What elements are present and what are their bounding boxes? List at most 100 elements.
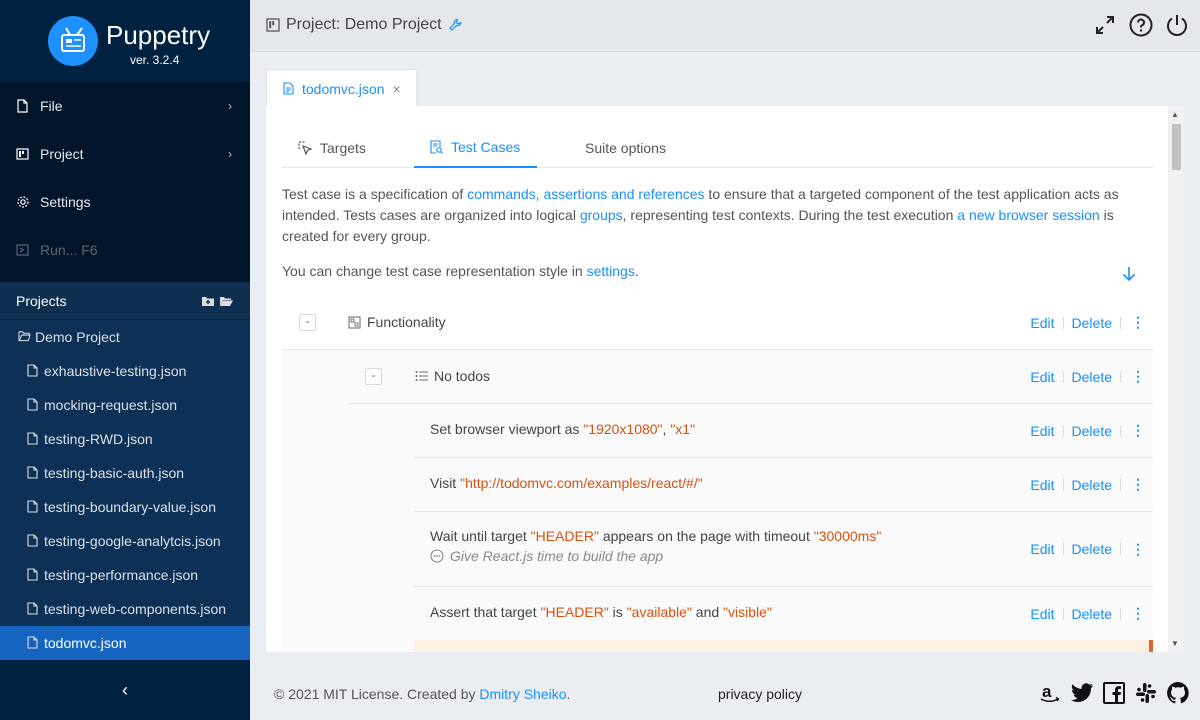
expand-icon[interactable] [1092, 12, 1118, 38]
delete-button[interactable]: Delete [1072, 606, 1112, 622]
tab-label: Targets [320, 140, 366, 156]
author-link[interactable]: Dmitry Sheiko [479, 686, 566, 702]
open-folder-icon[interactable] [219, 294, 234, 310]
vertical-scrollbar[interactable]: ▲ ▼ [1168, 106, 1184, 652]
more-menu-icon[interactable]: ⋮ [1129, 314, 1153, 331]
tab-test-cases[interactable]: Test Cases [414, 128, 537, 168]
command-param: "x1" [670, 421, 696, 437]
tab-label: Test Cases [451, 139, 521, 155]
scroll-thumb[interactable] [1172, 124, 1181, 170]
sidebar: Puppetry ver. 3.2.4 File › Project › Set… [0, 0, 250, 720]
command-row[interactable]: Wait until target "HEADER" appears on th… [414, 512, 1153, 587]
menu-item-file[interactable]: File › [0, 82, 250, 130]
project-file-item[interactable]: testing-basic-auth.json [0, 456, 250, 490]
chevron-right-icon: › [228, 147, 232, 161]
folder-open-icon [18, 330, 31, 344]
edit-button[interactable]: Edit [1030, 423, 1054, 439]
divider [1120, 607, 1121, 620]
app-version: ver. 3.2.4 [130, 53, 180, 67]
file-icon [27, 602, 40, 616]
project-file-item[interactable]: testing-RWD.json [0, 422, 250, 456]
group-row: - Functionality Edit Delete ⋮ [282, 296, 1153, 350]
command-content: Wait until target "HEADER" appears on th… [430, 528, 881, 564]
more-menu-icon[interactable]: ⋮ [1129, 368, 1153, 385]
project-file-item[interactable]: mocking-request.json [0, 388, 250, 422]
project-file-label: todomvc.json [44, 635, 127, 651]
facebook-icon[interactable] [1102, 681, 1126, 705]
command-row[interactable]: Set browser viewport as "1920x1080", "x1… [414, 404, 1153, 458]
collapse-sidebar-button[interactable]: ‹ [0, 660, 250, 720]
test-name: No todos [434, 368, 491, 384]
project-file-label: testing-RWD.json [44, 431, 153, 447]
collapse-test-button[interactable]: - [365, 368, 382, 385]
close-icon[interactable]: × [392, 81, 400, 97]
scroll-up-icon[interactable]: ▲ [1171, 110, 1179, 119]
app-name: Puppetry [106, 20, 211, 50]
project-root[interactable]: Demo Project [0, 320, 250, 354]
menu-item-project[interactable]: Project › [0, 130, 250, 178]
project-file-item[interactable]: testing-web-components.json [0, 592, 250, 626]
intro-text-part: Test case is a specification of [282, 186, 468, 202]
intro-text: Test case is a specification of commands… [282, 184, 1144, 247]
project-file-item[interactable]: exhaustive-testing.json [0, 354, 250, 388]
command-text: Set browser viewport as "1920x1080", "x1… [430, 421, 695, 437]
more-menu-icon[interactable]: ⋮ [1129, 476, 1153, 493]
help-icon[interactable] [1128, 12, 1154, 38]
browser-session-link[interactable]: a new browser session [957, 207, 1099, 223]
command-row[interactable]: Visit "http://todomvc.com/examples/react… [414, 458, 1153, 512]
edit-button[interactable]: Edit [1030, 541, 1054, 557]
power-icon[interactable] [1164, 12, 1190, 38]
command-content: Assert that target "HEADER" is "availabl… [430, 604, 772, 620]
command-text-part: is [608, 604, 627, 620]
delete-button[interactable]: Delete [1072, 423, 1112, 439]
editor-panel: Targets Test Cases Suite options Test ca… [266, 106, 1184, 652]
divider [1062, 370, 1064, 383]
commands-link[interactable]: commands, assertions and references [467, 186, 704, 202]
collapse-group-button[interactable]: - [299, 314, 316, 331]
slack-icon[interactable] [1134, 681, 1158, 705]
file-text-icon [283, 82, 294, 95]
groups-link[interactable]: groups [580, 207, 623, 223]
delete-button[interactable]: Delete [1072, 369, 1112, 385]
project-title: Project: Demo Project [266, 16, 462, 34]
cursor-select-icon [298, 141, 312, 155]
wrench-icon[interactable] [448, 18, 462, 32]
settings-link[interactable]: settings [587, 263, 635, 279]
row-actions: Edit Delete ⋮ [1030, 296, 1153, 349]
edit-button[interactable]: Edit [1030, 477, 1054, 493]
more-menu-icon[interactable]: ⋮ [1129, 422, 1153, 439]
twitter-icon[interactable] [1070, 681, 1094, 705]
delete-button[interactable]: Delete [1072, 477, 1112, 493]
edit-button[interactable]: Edit [1030, 369, 1054, 385]
project-file-item[interactable]: testing-boundary-value.json [0, 490, 250, 524]
more-menu-icon[interactable]: ⋮ [1129, 605, 1153, 622]
menu-item-settings[interactable]: Settings [0, 178, 250, 226]
edit-button[interactable]: Edit [1030, 315, 1054, 331]
command-row-highlighted[interactable] [414, 640, 1153, 652]
settings-hint: You can change test case representation … [282, 261, 982, 282]
github-icon[interactable] [1166, 681, 1190, 705]
command-text-part: appears on the page with timeout [598, 528, 814, 544]
menu-item-run[interactable]: Run... F6 [0, 226, 250, 274]
delete-button[interactable]: Delete [1072, 541, 1112, 557]
new-folder-icon[interactable] [201, 294, 215, 310]
edit-button[interactable]: Edit [1030, 606, 1054, 622]
tab-targets[interactable]: Targets [298, 128, 366, 168]
main-menu: File › Project › Settings Run... F6 [0, 82, 250, 274]
command-param: "available" [626, 604, 692, 620]
more-menu-icon[interactable]: ⋮ [1129, 541, 1153, 558]
comment-text: Give React.js time to build the app [450, 548, 664, 564]
doc-tab-todomvc[interactable]: todomvc.json × [266, 69, 417, 107]
scroll-down-icon[interactable]: ▼ [1171, 639, 1179, 648]
project-file-item[interactable]: testing-performance.json [0, 558, 250, 592]
tab-suite-options[interactable]: Suite options [585, 128, 666, 168]
project-file-item[interactable]: todomvc.json [0, 626, 250, 660]
arrow-down-icon[interactable] [1120, 264, 1138, 284]
project-file-item[interactable]: testing-google-analytcis.json [0, 524, 250, 558]
command-row[interactable]: Assert that target "HEADER" is "availabl… [414, 587, 1153, 641]
project-list: Demo Project exhaustive-testing.json mock… [0, 320, 250, 660]
delete-button[interactable]: Delete [1072, 315, 1112, 331]
privacy-policy-link[interactable]: privacy policy [718, 686, 802, 702]
row-actions: Edit Delete ⋮ [1030, 404, 1153, 457]
amazon-icon[interactable]: a [1038, 681, 1062, 705]
